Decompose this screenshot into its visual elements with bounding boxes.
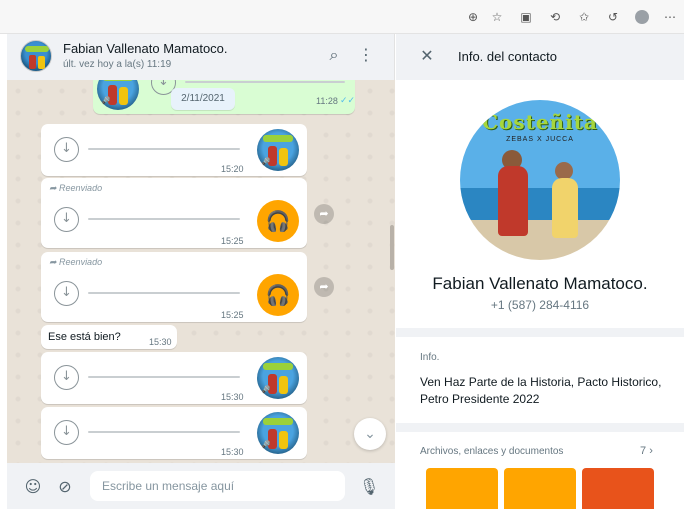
more-icon[interactable]: ⋯ — [662, 9, 678, 25]
contact-info-panel: ✕ Info. del contacto Costeñita ZEBAS X J… — [396, 34, 684, 509]
voice-thumbnail: 🎤 — [257, 129, 299, 171]
info-title: Info. del contacto — [458, 49, 558, 64]
voice-thumbnail: 🎤 — [257, 357, 299, 399]
message-audio-forwarded[interactable]: ➦ Reenviado ↓ 15:25 🎧 — [41, 178, 307, 248]
microphone-icon[interactable]: 🎙 — [359, 477, 379, 497]
forwarded-label: ➦ Reenviado — [49, 183, 103, 193]
profile-card: Costeñita ZEBAS X JUCCA Fabian Vallenato… — [396, 80, 684, 328]
contact-name: Fabian Vallenato Mamatoco. — [63, 41, 228, 56]
download-icon[interactable]: ↓ — [54, 137, 79, 162]
favorites-icon[interactable]: ✩ — [576, 9, 592, 25]
message-time: 15:25 — [221, 310, 244, 320]
download-icon[interactable]: ↓ — [54, 281, 79, 306]
avatar-subtitle: ZEBAS X JUCCA — [506, 136, 574, 143]
message-audio-in[interactable]: ↓ 15:30 🎤 — [41, 407, 307, 459]
forward-icon[interactable]: ➦ — [314, 277, 334, 297]
message-audio-in[interactable]: ↓ 15:30 🎤 — [41, 352, 307, 404]
read-ticks-icon: ✓✓ — [340, 95, 356, 105]
profile-name: Fabian Vallenato Mamatoco. — [432, 274, 648, 293]
media-thumbnail[interactable] — [426, 468, 498, 509]
forwarded-label: ➦ Reenviado — [49, 257, 103, 267]
date-chip: 2/11/2021 — [171, 88, 235, 110]
extensions-icon[interactable]: ⟲ — [547, 9, 563, 25]
avatar[interactable] — [20, 40, 52, 72]
about-card: Info. Ven Haz Parte de la Historia, Pact… — [396, 337, 684, 423]
media-card[interactable]: Archivos, enlaces y documentos 7 › — [396, 432, 684, 509]
media-thumbnail[interactable] — [582, 468, 654, 509]
message-list[interactable]: 🎤 ↓ 11:28 ✓✓ 2/11/2021 ↓ 15:20 🎤 ➦ Reenv… — [7, 80, 395, 463]
history-icon[interactable]: ↺ — [605, 9, 621, 25]
profile-phone: +1 (587) 284-4116 — [490, 298, 590, 312]
last-seen: últ. vez hoy a la(s) 11:19 — [63, 59, 172, 70]
message-time: 15:20 — [221, 164, 244, 174]
info-header: ✕ Info. del contacto — [396, 34, 684, 80]
message-audio-forwarded[interactable]: ➦ Reenviado ↓ 15:25 🎧 — [41, 252, 307, 322]
search-icon[interactable]: ⌕ — [325, 46, 343, 64]
message-time: 15:25 — [221, 236, 244, 246]
message-input[interactable] — [90, 471, 345, 501]
message-text[interactable]: Ese está bien? 15:30 — [41, 325, 177, 349]
media-count[interactable]: 7 › — [640, 445, 653, 457]
chat-header[interactable]: Fabian Vallenato Mamatoco. últ. vez hoy … — [7, 34, 395, 80]
message-time: 15:30 — [221, 392, 244, 402]
attach-icon[interactable]: ⊘ — [55, 477, 75, 497]
about-text: Ven Haz Parte de la Historia, Pacto Hist… — [420, 375, 662, 406]
scrollbar[interactable] — [390, 225, 394, 270]
browser-toolbar: ⊕ ☆ ▣ ⟲ ✩ ↺ ⋯ — [0, 0, 684, 34]
headphones-icon: 🎧 — [257, 274, 299, 316]
headphones-icon: 🎧 — [257, 200, 299, 242]
download-icon[interactable]: ↓ — [54, 420, 79, 445]
message-time: 15:30 — [221, 447, 244, 457]
message-audio-in[interactable]: ↓ 15:20 🎤 — [41, 124, 307, 176]
voice-thumbnail: 🎤 — [97, 80, 139, 110]
media-label: Archivos, enlaces y documentos — [420, 446, 564, 457]
download-icon[interactable]: ↓ — [54, 365, 79, 390]
reading-mode-icon[interactable]: ▣ — [518, 9, 534, 25]
menu-icon[interactable]: ⋮ — [357, 46, 375, 64]
chevron-right-icon: › — [649, 445, 653, 457]
message-time: 15:30 — [149, 337, 172, 347]
message-body: Ese está bien? — [48, 331, 121, 343]
forward-icon[interactable]: ➦ — [314, 204, 334, 224]
scroll-down-button[interactable]: ⌄ — [354, 418, 386, 450]
close-icon[interactable]: ✕ — [418, 47, 436, 65]
avatar-logo: Costeñita — [482, 110, 598, 134]
profile-icon[interactable] — [635, 10, 649, 24]
favorite-star-icon[interactable]: ☆ — [489, 9, 505, 25]
about-label: Info. — [420, 352, 440, 363]
media-thumbnail[interactable] — [504, 468, 576, 509]
compose-bar: ☺ ⊘ 🎙 — [7, 463, 395, 509]
profile-photo[interactable]: Costeñita ZEBAS X JUCCA — [460, 100, 620, 260]
download-icon[interactable]: ↓ — [54, 207, 79, 232]
zoom-icon[interactable]: ⊕ — [465, 9, 481, 25]
voice-thumbnail: 🎤 — [257, 412, 299, 454]
emoji-icon[interactable]: ☺ — [23, 477, 43, 497]
message-time: 11:28 — [316, 96, 338, 106]
